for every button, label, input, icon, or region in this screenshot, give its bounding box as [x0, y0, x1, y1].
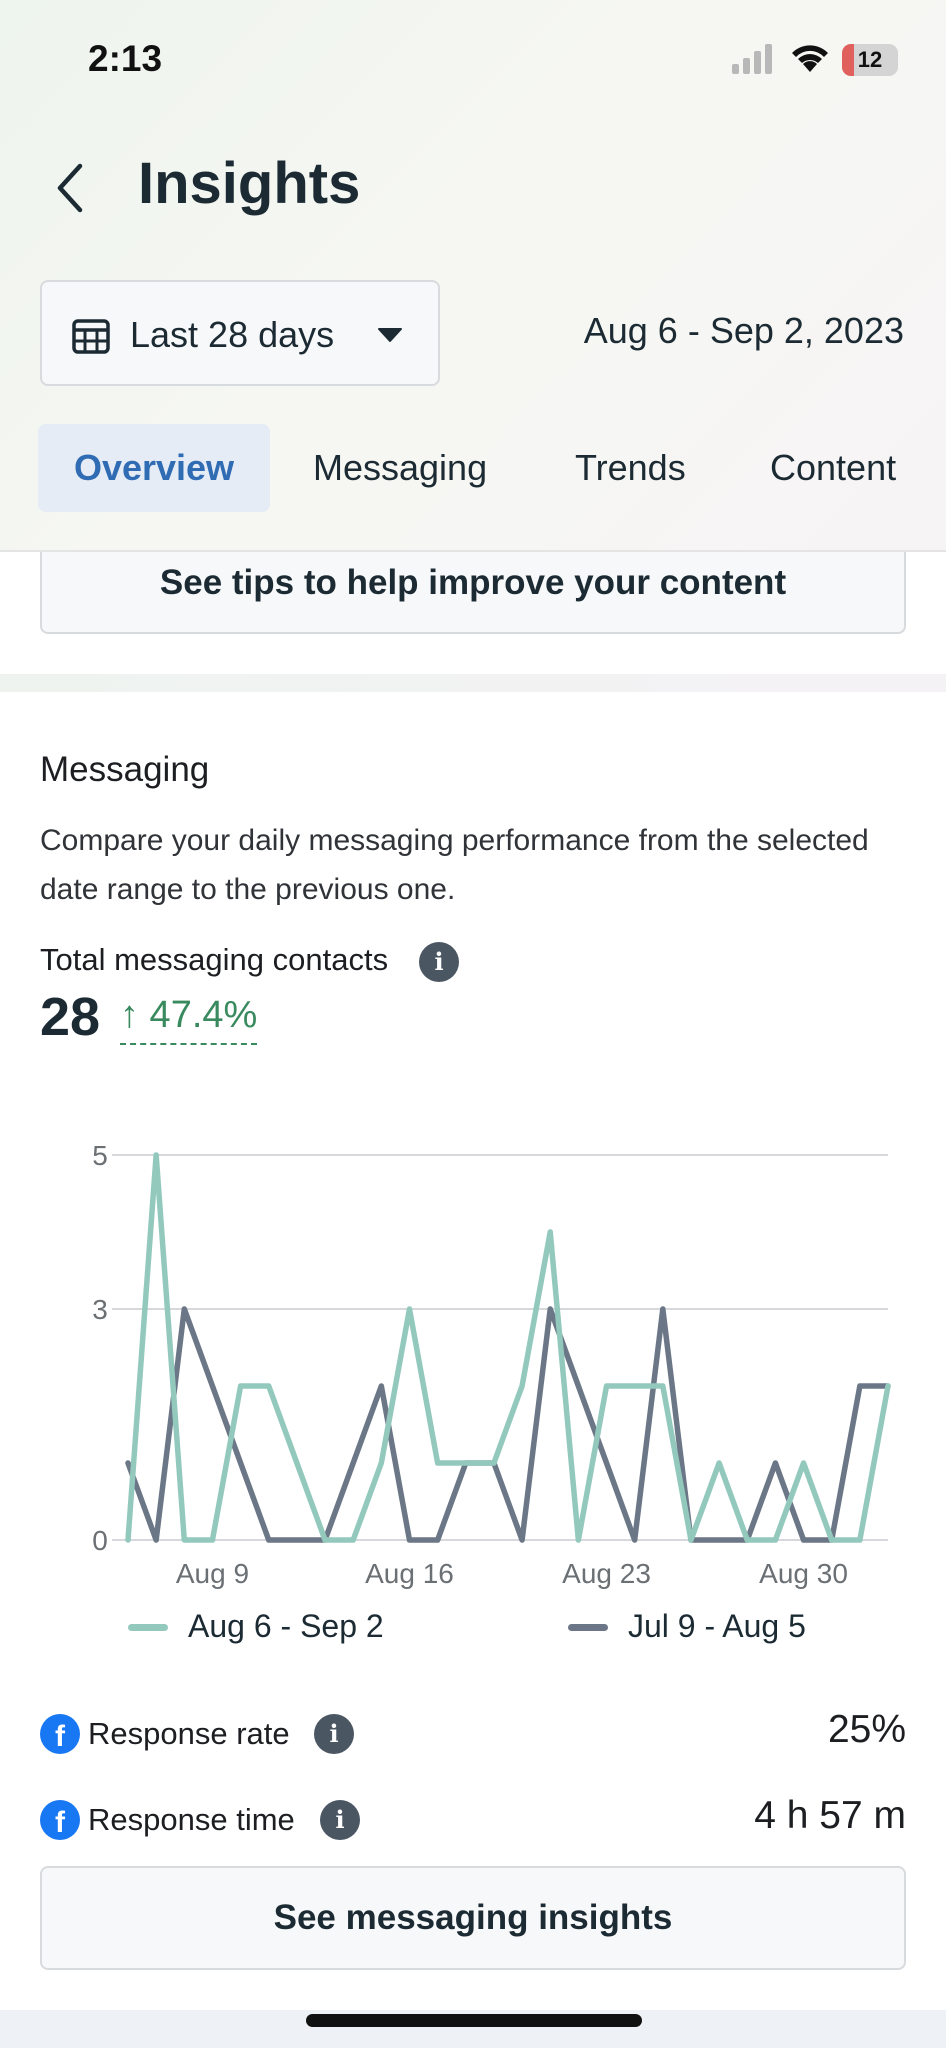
wifi-icon — [792, 45, 828, 72]
status-bar: 2:13 12 — [0, 0, 946, 120]
legend-label-previous: Jul 9 - Aug 5 — [628, 1608, 806, 1644]
messaging-section-title: Messaging — [40, 750, 210, 789]
legend-label-current: Aug 6 - Sep 2 — [188, 1608, 384, 1644]
see-messaging-insights-button[interactable]: See messaging insights — [40, 1866, 906, 1970]
tab-bar: Overview Messaging Trends Content — [38, 424, 946, 512]
response-rate-label: Response rate — [88, 1716, 290, 1751]
legend-swatch-current — [128, 1624, 168, 1631]
series-line-current — [125, 1152, 891, 1543]
total-contacts-label: Total messaging contacts — [40, 942, 389, 977]
x-tick-label: Aug 16 — [365, 1558, 454, 1589]
messaging-line-chart: 0 3 5 Aug 9 Aug 16 Aug 23 Aug 30 — [92, 1140, 891, 1589]
response-time-row: f Response time i 4 h 57 m — [40, 1794, 906, 1854]
signal-icon — [732, 44, 772, 74]
y-tick-label: 0 — [92, 1525, 108, 1556]
page-title: Insights — [138, 151, 361, 216]
messaging-description: Compare your daily messaging performance… — [40, 824, 869, 906]
home-indicator — [306, 2014, 642, 2027]
section-divider — [0, 674, 946, 692]
tab-messaging[interactable]: Messaging — [313, 424, 487, 512]
total-contacts-value: 28 — [40, 987, 101, 1047]
info-icon[interactable]: i — [320, 1800, 360, 1840]
chevron-left-icon[interactable] — [48, 160, 92, 216]
contacts-change-badge[interactable]: ↑ 47.4% — [120, 994, 258, 1045]
date-range-dropdown[interactable]: Last 28 days — [40, 280, 440, 386]
battery-icon: 12 — [842, 44, 898, 76]
facebook-icon: f — [40, 1800, 80, 1840]
response-time-value: 4 h 57 m — [754, 1794, 906, 1837]
x-tick-label: Aug 30 — [759, 1558, 848, 1589]
battery-level: 12 — [857, 47, 883, 72]
y-tick-label: 3 — [92, 1294, 108, 1325]
response-time-label: Response time — [88, 1802, 295, 1837]
tab-overview[interactable]: Overview — [38, 424, 270, 512]
legend-swatch-previous — [568, 1624, 608, 1631]
response-rate-value: 25% — [827, 1708, 906, 1751]
tab-content[interactable]: Content — [770, 424, 896, 512]
y-tick-label: 5 — [92, 1140, 108, 1171]
tab-trends[interactable]: Trends — [575, 424, 686, 512]
x-tick-label: Aug 9 — [176, 1558, 249, 1589]
info-icon[interactable]: i — [419, 942, 459, 982]
see-tips-button[interactable]: See tips to help improve your content — [40, 552, 906, 634]
date-filter-label: Last 28 days — [130, 314, 335, 355]
status-time: 2:13 — [88, 38, 163, 79]
info-icon[interactable]: i — [314, 1714, 354, 1754]
response-rate-row: f Response rate i 25% — [40, 1708, 906, 1768]
date-range-text: Aug 6 - Sep 2, 2023 — [583, 310, 904, 351]
caret-down-icon — [378, 328, 402, 342]
messaging-chart: 0 3 5 Aug 9 Aug 16 Aug 23 Aug 30 — [0, 1110, 946, 1630]
calendar-icon — [72, 319, 110, 354]
facebook-icon: f — [40, 1714, 80, 1754]
x-tick-label: Aug 23 — [562, 1558, 651, 1589]
